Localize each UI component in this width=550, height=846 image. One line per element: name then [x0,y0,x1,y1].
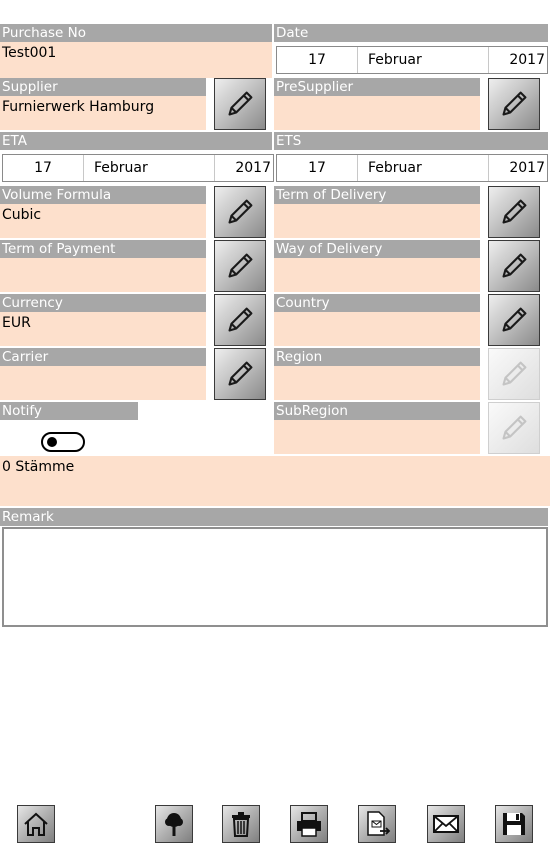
pencil-icon [495,355,533,393]
region-field[interactable] [274,366,480,400]
region-label: Region [274,348,480,366]
ets-day[interactable]: 17 [277,155,358,181]
purchase-no-label: Purchase No [0,24,272,42]
date-month[interactable]: Februar [358,47,489,73]
pencil-icon [221,301,259,339]
pencil-icon [495,409,533,447]
stems-count-field: 0 Stämme [0,456,550,506]
edit-country-button[interactable] [488,294,540,346]
edit-volume-formula-button[interactable] [214,186,266,238]
currency-field[interactable]: EUR [0,312,206,346]
term-of-payment-label: Term of Payment [0,240,206,258]
pencil-icon [495,301,533,339]
home-icon [24,812,48,836]
edit-carrier-button[interactable] [214,348,266,400]
notify-label: Notify [0,402,138,420]
save-icon [503,813,525,835]
print-icon [297,812,321,837]
subregion-label: SubRegion [274,402,480,420]
edit-supplier-button[interactable] [214,78,266,130]
carrier-field[interactable] [0,366,206,400]
edit-currency-button[interactable] [214,294,266,346]
date-picker[interactable]: 17 Februar 2017 [276,46,548,74]
edit-way-of-delivery-button[interactable] [488,240,540,292]
edit-term-of-payment-button[interactable] [214,240,266,292]
way-of-delivery-field[interactable] [274,258,480,292]
ets-month[interactable]: Februar [358,155,489,181]
pencil-icon [221,193,259,231]
volume-formula-label: Volume Formula [0,186,206,204]
pencil-icon [221,355,259,393]
currency-label: Currency [0,294,206,312]
mail-button[interactable] [427,805,465,843]
eta-picker[interactable]: 17 Februar 2017 [2,154,274,182]
delete-button[interactable] [222,805,260,843]
term-of-payment-field[interactable] [0,258,206,292]
export-document-icon [367,811,391,836]
term-of-delivery-label: Term of Delivery [274,186,480,204]
eta-label: ETA [0,132,272,150]
supplier-field[interactable]: Furnierwerk Hamburg [0,96,206,130]
carrier-label: Carrier [0,348,206,366]
date-label: Date [274,24,548,42]
edit-region-button[interactable] [488,348,540,400]
trash-icon [232,812,250,837]
eta-month[interactable]: Februar [84,155,215,181]
toggle-knob [47,437,57,447]
volume-formula-field[interactable]: Cubic [0,204,206,238]
tree-button[interactable] [155,805,193,843]
pencil-icon [221,247,259,285]
edit-presupplier-button[interactable] [488,78,540,130]
remark-textarea[interactable] [2,527,548,627]
mail-icon [433,815,459,833]
edit-term-of-delivery-button[interactable] [488,186,540,238]
country-field[interactable] [274,312,480,346]
purchase-no-field[interactable]: Test001 [0,42,272,78]
term-of-delivery-field[interactable] [274,204,480,238]
supplier-label: Supplier [0,78,206,96]
date-day[interactable]: 17 [277,47,358,73]
ets-label: ETS [274,132,548,150]
date-year[interactable]: 2017 [489,47,547,73]
remark-label: Remark [0,508,548,526]
eta-day[interactable]: 17 [3,155,84,181]
tree-icon [165,813,183,836]
pencil-icon [495,247,533,285]
way-of-delivery-label: Way of Delivery [274,240,480,258]
ets-year[interactable]: 2017 [489,155,547,181]
print-button[interactable] [290,805,328,843]
presupplier-field[interactable] [274,96,480,130]
pencil-icon [495,193,533,231]
export-document-button[interactable] [358,805,396,843]
pencil-icon [221,85,259,123]
ets-picker[interactable]: 17 Februar 2017 [276,154,548,182]
country-label: Country [274,294,480,312]
eta-year[interactable]: 2017 [215,155,273,181]
save-button[interactable] [495,805,533,843]
presupplier-label: PreSupplier [274,78,480,96]
pencil-icon [495,85,533,123]
home-button[interactable] [17,805,55,843]
edit-subregion-button[interactable] [488,402,540,454]
notify-toggle[interactable] [41,432,85,452]
subregion-field[interactable] [274,420,480,454]
